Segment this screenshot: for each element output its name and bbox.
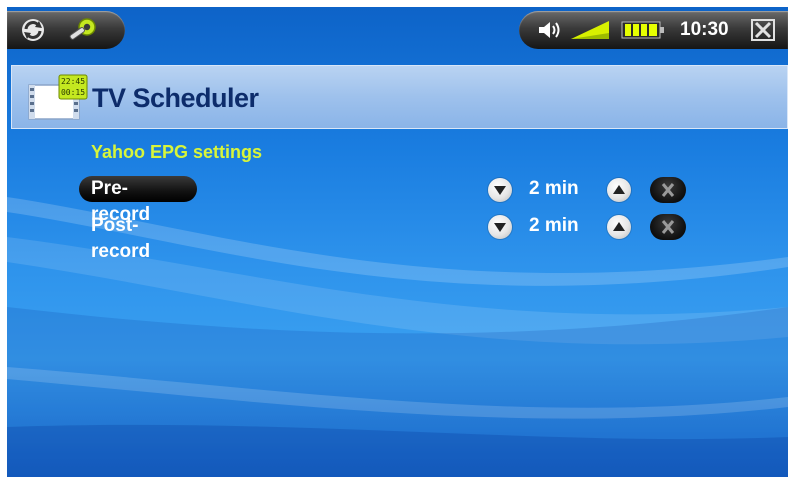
svg-text:22:45: 22:45 <box>61 77 85 86</box>
battery-icon <box>621 21 664 39</box>
page-title: TV Scheduler <box>92 83 259 113</box>
close-icon[interactable] <box>751 19 775 41</box>
screen: 10:30 22:45 00:15 TV Scheduler Yahoo EPG… <box>7 7 788 477</box>
refresh-back-icon[interactable] <box>19 17 47 43</box>
pre-record-decrease-button[interactable] <box>488 178 512 202</box>
svg-text:00:15: 00:15 <box>61 88 85 97</box>
arrow-down-icon <box>494 186 506 195</box>
arrow-up-icon <box>613 222 625 231</box>
section-title: Yahoo EPG settings <box>91 142 263 162</box>
pre-record-reset-button[interactable] <box>650 177 686 203</box>
tv-scheduler-app-icon: 22:45 00:15 <box>28 74 88 120</box>
post-record-increase-button[interactable] <box>607 215 631 239</box>
arrow-down-icon <box>494 223 506 232</box>
setting-label-pre-record[interactable]: Pre-record <box>79 176 197 225</box>
speaker-icon[interactable] <box>537 19 565 41</box>
signal-icon <box>571 21 609 39</box>
setting-label-post-record[interactable]: Post-record <box>79 213 209 262</box>
post-record-reset-button[interactable] <box>650 214 686 240</box>
status-clock: 10:30 <box>680 19 729 40</box>
x-icon <box>661 183 675 197</box>
pre-record-increase-button[interactable] <box>607 178 631 202</box>
tools-gear-icon[interactable] <box>65 15 101 45</box>
post-record-value: 2 min <box>529 215 579 236</box>
pre-record-value: 2 min <box>529 178 579 199</box>
post-record-decrease-button[interactable] <box>488 215 512 239</box>
arrow-up-icon <box>613 185 625 194</box>
x-icon <box>661 220 675 234</box>
